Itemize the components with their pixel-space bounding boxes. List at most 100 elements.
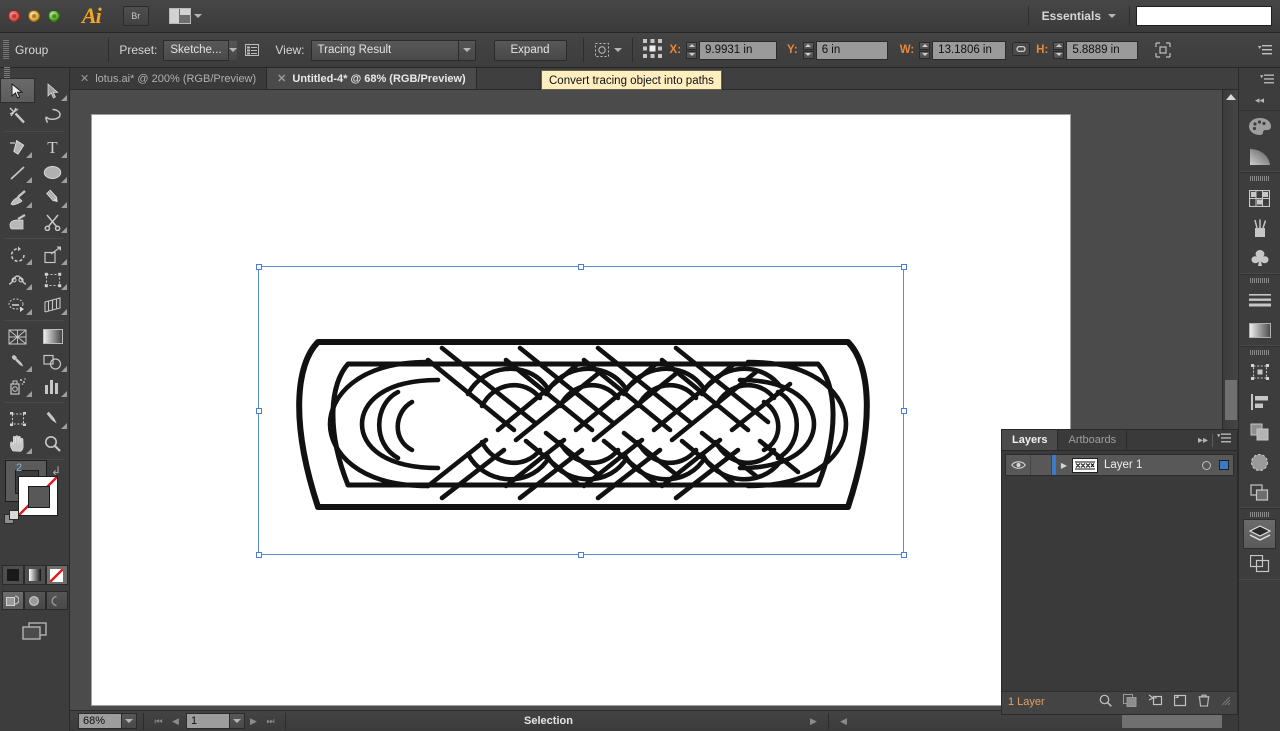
draw-behind-button[interactable] — [23, 591, 46, 610]
horizontal-scroll-thumb[interactable] — [1122, 714, 1222, 728]
eyedropper-tool[interactable] — [0, 349, 35, 374]
preset-dropdown[interactable]: Sketche... — [163, 39, 237, 61]
mesh-tool[interactable] — [0, 324, 35, 349]
transform-button[interactable] — [1152, 39, 1174, 61]
symbols-panel-button[interactable] — [1239, 243, 1280, 273]
isolate-selection-button[interactable] — [594, 42, 622, 58]
color-panel-button[interactable] — [1239, 111, 1280, 141]
lock-toggle[interactable] — [1030, 455, 1052, 475]
zoom-dropdown-arrow[interactable] — [122, 713, 137, 729]
link-proportions-button[interactable] — [1012, 41, 1031, 59]
swatches-panel-button[interactable] — [1239, 183, 1280, 213]
align-panel-button[interactable] — [1239, 387, 1280, 417]
zoom-control[interactable]: 68% — [78, 713, 137, 729]
draw-inside-button[interactable] — [45, 591, 68, 610]
zoom-window-button[interactable] — [48, 10, 60, 22]
color-guide-panel-button[interactable] — [1239, 141, 1280, 171]
lasso-tool[interactable] — [35, 103, 70, 128]
go-to-bridge-button[interactable]: Br — [122, 6, 149, 26]
workspace-switcher[interactable]: Essentials — [1022, 6, 1136, 26]
paintbrush-tool[interactable] — [0, 185, 35, 210]
none-mode-button[interactable] — [45, 565, 68, 585]
celtic-knot-artwork[interactable] — [278, 302, 888, 547]
blend-tool[interactable] — [35, 349, 70, 374]
pencil-tool[interactable] — [35, 185, 70, 210]
gradient-tool[interactable] — [35, 324, 70, 349]
x-stepper[interactable] — [686, 41, 698, 59]
locate-object-icon[interactable] — [1099, 694, 1112, 710]
scale-tool[interactable] — [35, 242, 70, 267]
vertical-scroll-thumb[interactable] — [1225, 380, 1237, 420]
dock-group-grip[interactable] — [1239, 347, 1280, 357]
control-bar-menu-button[interactable] — [1254, 39, 1276, 61]
search-input[interactable] — [1136, 6, 1272, 26]
type-tool[interactable]: T — [35, 135, 70, 160]
artboard-dropdown-arrow[interactable] — [230, 713, 245, 729]
rotate-tool[interactable] — [0, 242, 35, 267]
y-stepper[interactable] — [802, 41, 814, 59]
y-input[interactable]: 6 in — [815, 40, 888, 60]
dock-menu-button[interactable] — [1239, 68, 1280, 90]
first-page-button[interactable]: ⏮ — [150, 713, 167, 729]
triangle-right-icon[interactable]: ▶ — [1056, 461, 1072, 470]
previous-page-button[interactable]: ◀ — [167, 713, 184, 729]
artboard-number-input[interactable]: 1 — [186, 713, 230, 729]
tracing-options-button[interactable] — [241, 39, 263, 61]
width-tool[interactable] — [0, 267, 35, 292]
default-fill-stroke-icon[interactable] — [4, 510, 20, 526]
h-stepper[interactable] — [1053, 41, 1065, 59]
zoom-input[interactable]: 68% — [78, 713, 122, 729]
hscroll-left-button[interactable]: ◀ — [835, 713, 852, 729]
stroke-swatch[interactable] — [18, 476, 58, 516]
close-icon[interactable]: ✕ — [277, 72, 286, 85]
status-badge[interactable] — [1215, 460, 1233, 470]
w-input[interactable]: 13.1806 in — [932, 40, 1007, 60]
close-window-button[interactable] — [8, 10, 20, 22]
x-input[interactable]: 9.9931 in — [699, 40, 778, 60]
transparency-panel-button[interactable] — [1239, 447, 1280, 477]
target-indicator[interactable] — [1197, 460, 1215, 470]
view-dropdown[interactable]: Tracing Result — [310, 39, 476, 61]
document-tab-untitled-4[interactable]: ✕ Untitled-4* @ 68% (RGB/Preview) — [267, 68, 477, 89]
ellipse-tool[interactable] — [35, 160, 70, 185]
eye-icon[interactable] — [1006, 460, 1030, 470]
create-new-layer-icon[interactable] — [1173, 694, 1187, 710]
close-icon[interactable]: ✕ — [80, 72, 89, 85]
brushes-panel-button[interactable] — [1239, 213, 1280, 243]
panel-menu-icon[interactable] — [1217, 433, 1231, 447]
reference-point-selector[interactable] — [642, 39, 662, 61]
tab-layers[interactable]: Layers — [1002, 430, 1059, 450]
make-clipping-mask-icon[interactable] — [1123, 694, 1137, 710]
last-page-button[interactable]: ⏭ — [262, 713, 279, 729]
shape-builder-tool[interactable] — [0, 292, 35, 317]
table-row[interactable]: ▶ Layer 1 — [1005, 454, 1234, 476]
selection-tool[interactable] — [0, 78, 35, 103]
scroll-up-icon[interactable] — [1226, 94, 1236, 100]
h-input[interactable]: 5.8889 in — [1066, 40, 1139, 60]
artboard-tool[interactable] — [0, 406, 35, 431]
layers-panel-button[interactable] — [1243, 519, 1276, 549]
pathfinder-panel-button[interactable] — [1239, 417, 1280, 447]
transform-panel-button[interactable] — [1239, 357, 1280, 387]
collapse-to-icons-button[interactable]: ◂◂ — [1239, 90, 1280, 110]
stroke-panel-button[interactable] — [1239, 285, 1280, 315]
magic-wand-tool[interactable] — [0, 103, 35, 128]
dock-group-grip[interactable] — [1239, 509, 1280, 519]
line-segment-tool[interactable] — [0, 160, 35, 185]
status-menu-button[interactable]: ▶ — [805, 713, 822, 729]
layer-name[interactable]: Layer 1 — [1104, 459, 1197, 471]
draw-normal-button[interactable] — [1, 591, 24, 610]
layers-list[interactable]: ▶ Layer 1 — [1002, 451, 1237, 691]
dock-group-grip[interactable] — [1239, 275, 1280, 285]
tab-artboards[interactable]: Artboards — [1058, 430, 1128, 450]
minimize-window-button[interactable] — [28, 10, 40, 22]
hand-tool[interactable] — [0, 431, 35, 456]
symbol-sprayer-tool[interactable] — [0, 374, 35, 399]
perspective-grid-tool[interactable] — [35, 292, 70, 317]
slice-tool[interactable] — [35, 406, 70, 431]
appearance-panel-button[interactable] — [1239, 477, 1280, 507]
gradient-mode-button[interactable] — [23, 565, 46, 585]
eraser-tool[interactable] — [35, 210, 70, 235]
column-graph-tool[interactable] — [35, 374, 70, 399]
pen-tool[interactable] — [0, 135, 35, 160]
